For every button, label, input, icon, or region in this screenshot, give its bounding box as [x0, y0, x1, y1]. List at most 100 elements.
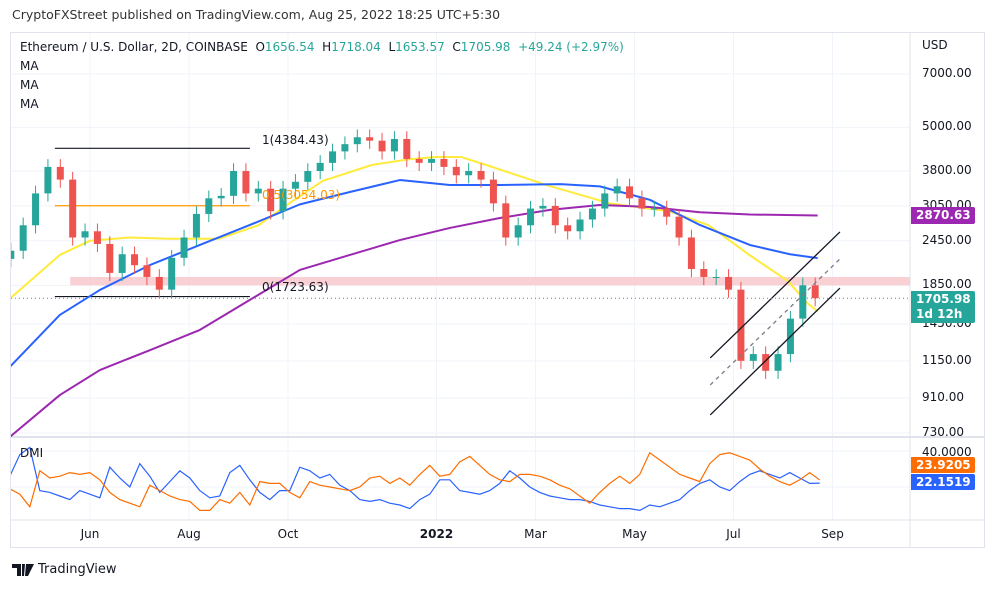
candle-body [564, 225, 572, 232]
moving-average-line [11, 156, 819, 313]
candle-body [650, 208, 658, 210]
tradingview-logo-icon [12, 563, 34, 576]
moving-average-line [11, 203, 818, 437]
candle-body [576, 219, 584, 232]
candle-body [539, 205, 547, 209]
candle-body [155, 276, 163, 290]
candle-body [242, 171, 250, 194]
candle-body [217, 195, 225, 199]
ascending-channel[interactable] [709, 231, 841, 416]
price-tick-label: 1850.00 [922, 277, 972, 292]
candle-body [588, 208, 596, 220]
time-tick-label: Oct [277, 527, 299, 541]
moving-average-line [11, 179, 818, 368]
candle-body [601, 193, 609, 209]
price-tick-label: 910.00 [922, 389, 964, 404]
open-label: O [255, 40, 265, 54]
time-tick-label: Jul [726, 527, 741, 541]
price-tick-label: 1150.00 [922, 352, 972, 367]
open-value: 1656.54 [264, 40, 315, 54]
indicator-ma-1[interactable]: MA [20, 57, 624, 76]
currency-label: USD [922, 38, 948, 52]
candle-body [527, 208, 535, 226]
candle-body [106, 243, 114, 273]
time-tick-label: Aug [177, 527, 201, 541]
candle-body [143, 265, 151, 277]
candle-body [799, 285, 807, 319]
fib-level-0-label: 0(1723.63) [262, 280, 329, 294]
brand-label: TradingView [38, 562, 117, 577]
candle-body [304, 171, 312, 182]
change-value: +49.24 (+2.97%) [518, 40, 624, 54]
dmi-minus-badge: 23.9205 [911, 457, 975, 473]
tradingview-footer[interactable]: TradingView [12, 562, 117, 577]
candle-body [551, 205, 559, 226]
candle-body [230, 171, 238, 196]
channel-lower-line [709, 287, 841, 416]
time-tick-label: 2022 [419, 527, 454, 541]
ma-slow-price-badge: 2870.63 [911, 207, 975, 224]
candle-body [687, 237, 695, 270]
high-value: 1718.04 [331, 40, 381, 54]
candle-body [811, 285, 819, 299]
candle-body [663, 208, 671, 217]
candle-body [353, 137, 361, 145]
indicator-ma-3[interactable]: MA [20, 95, 624, 114]
candle-body [341, 144, 349, 152]
candles [11, 129, 819, 379]
candle-body [180, 237, 188, 258]
close-label: C [452, 40, 461, 54]
candle-body [700, 269, 708, 277]
candle-body [316, 162, 324, 172]
bar-countdown: 1d 12h [916, 307, 963, 321]
candle-body [452, 166, 460, 176]
dmi-plus-badge: 22.1519 [911, 474, 975, 490]
close-value: 1705.98 [460, 40, 511, 54]
time-tick-label: Jun [80, 527, 100, 541]
candle-body [613, 186, 621, 194]
price-tick-label: 730.00 [922, 424, 964, 439]
candle-body [254, 188, 262, 194]
dmi-line-plus [11, 446, 820, 512]
candle-body [32, 193, 40, 226]
fib-level-1-label: 1(4384.43) [262, 133, 329, 147]
candle-body [81, 231, 89, 238]
candle-body [712, 276, 720, 278]
candle-body [131, 254, 139, 266]
candle-body [725, 276, 733, 290]
candle-body [69, 179, 77, 238]
price-tick-label: 3800.00 [922, 163, 972, 177]
time-tick-label: Sep [821, 527, 844, 541]
candle-body [378, 140, 386, 152]
candle-body [93, 231, 101, 244]
chart-legend: Ethereum / U.S. Dollar, 2D, COINBASE O16… [20, 38, 624, 114]
candle-body [749, 354, 757, 361]
fib-level-0.5-label: 0.5(3054.03) [262, 188, 341, 202]
dmi-label[interactable]: DMI [20, 446, 43, 460]
candle-body [477, 171, 485, 180]
candle-body [19, 225, 27, 251]
time-tick-label: May [622, 527, 647, 541]
candle-body [205, 198, 213, 214]
price-tick-label: 5000.00 [922, 119, 972, 134]
candle-body [428, 158, 436, 163]
candle-body [56, 166, 64, 180]
candle-body [403, 138, 411, 159]
candle-body [11, 250, 15, 259]
low-value: 1653.57 [395, 40, 445, 54]
time-tick-label: Mar [524, 527, 547, 541]
candle-body [44, 166, 52, 194]
candle-body [440, 158, 448, 167]
candle-body [118, 254, 126, 273]
candle-body [774, 354, 782, 371]
candle-body [675, 216, 683, 238]
indicator-ma-2[interactable]: MA [20, 76, 624, 95]
candle-body [514, 225, 522, 238]
price-tick-label: 7000.00 [922, 66, 972, 80]
candle-body [390, 138, 398, 152]
dmi-pane [11, 446, 821, 512]
candle-body [192, 213, 200, 238]
symbol-title[interactable]: Ethereum / U.S. Dollar, 2D, COINBASE [20, 40, 248, 54]
candle-body [329, 151, 337, 163]
price-tick-label: 2450.00 [922, 232, 972, 247]
